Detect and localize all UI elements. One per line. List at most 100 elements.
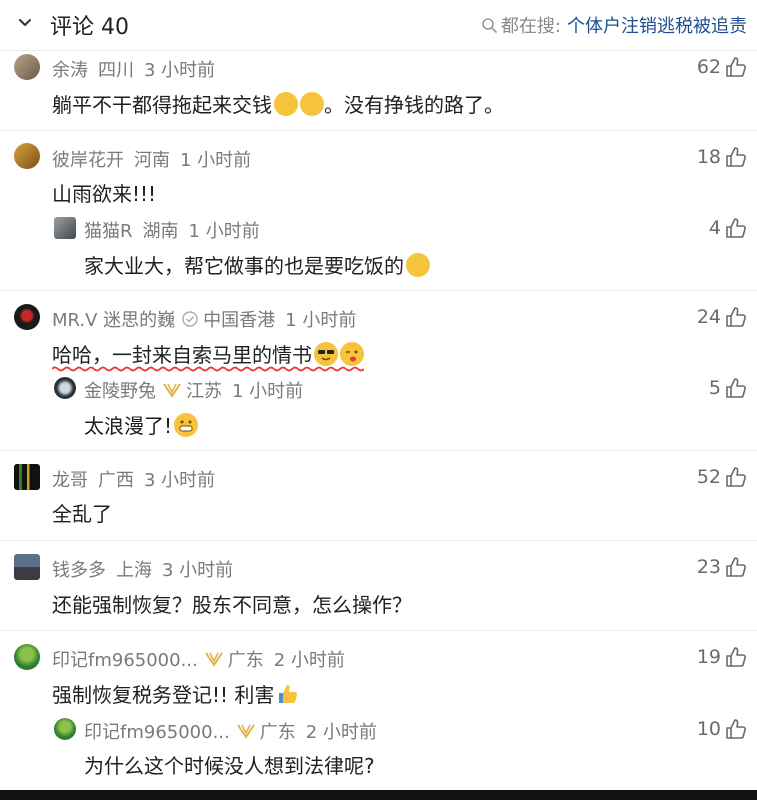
avatar[interactable] bbox=[14, 54, 40, 80]
like-button[interactable]: 5 bbox=[709, 377, 747, 399]
thumbs-up-emoji-icon bbox=[276, 682, 300, 706]
wink-tongue-emoji-icon bbox=[340, 341, 364, 366]
grin-emoji-icon bbox=[174, 412, 199, 437]
reply-avatar[interactable] bbox=[54, 377, 76, 399]
reply-text: 为什么这个时候没人想到法律呢? bbox=[84, 754, 375, 778]
divider bbox=[0, 540, 757, 541]
comment-text: 还能强制恢复？股东不同意，怎么操作？ bbox=[52, 593, 412, 617]
comment-location: 四川 bbox=[98, 60, 134, 81]
thumbs-up-icon bbox=[726, 647, 746, 667]
like-count: 19 bbox=[696, 646, 721, 668]
vip-badge-icon bbox=[163, 383, 181, 398]
highlight-underline bbox=[52, 366, 364, 372]
reply-avatar[interactable] bbox=[54, 217, 76, 239]
comment-time: 1 小时前 bbox=[180, 150, 252, 171]
reply-time: 2 小时前 bbox=[305, 722, 377, 743]
comment-location: 中国香港 bbox=[203, 310, 276, 331]
chevron-down-icon[interactable] bbox=[16, 14, 34, 32]
laugh-cry-emoji-icon bbox=[406, 252, 430, 277]
comment-username[interactable]: 印记fm965000... bbox=[52, 646, 198, 672]
divider bbox=[0, 630, 757, 631]
like-button[interactable]: 4 bbox=[709, 217, 747, 239]
thumbs-up-icon bbox=[726, 57, 746, 77]
like-button[interactable]: 18 bbox=[697, 146, 747, 168]
thumbs-up-icon bbox=[726, 557, 746, 577]
comment-location: 河南 bbox=[134, 150, 170, 171]
divider bbox=[0, 130, 757, 131]
like-count: 4 bbox=[708, 217, 721, 239]
search-term-link[interactable]: 个体户注销逃税被追责 bbox=[567, 12, 747, 38]
thumbs-up-icon bbox=[726, 378, 746, 398]
comment-text-row: 躺平不干都得拖起来交钱 。没有挣钱的路了。 bbox=[52, 89, 504, 118]
thumbs-up-icon bbox=[726, 147, 746, 167]
like-count: 5 bbox=[708, 377, 721, 399]
reply-username[interactable]: 猫猫R bbox=[84, 217, 133, 243]
comment-time: 3 小时前 bbox=[144, 60, 216, 81]
comment-text: 哈哈，一封来自索马里的情书 bbox=[52, 343, 312, 367]
comment-text: 山雨欲来!!! bbox=[52, 182, 157, 206]
like-count: 62 bbox=[696, 56, 721, 78]
comments-title: 评论 40 bbox=[50, 15, 129, 40]
comments-header: 评论 40 都在搜: 个体户注销逃税被追责 bbox=[0, 0, 757, 48]
reply-time: 1 小时前 bbox=[232, 381, 304, 402]
laugh-cry-emoji-icon bbox=[274, 91, 298, 116]
header-divider bbox=[0, 50, 757, 51]
thumbs-up-icon bbox=[726, 218, 746, 238]
reply-location: 湖南 bbox=[142, 221, 179, 242]
reply-text: 太浪漫了! bbox=[84, 414, 173, 438]
avatar[interactable] bbox=[14, 554, 40, 580]
comment-time: 3 小时前 bbox=[162, 560, 234, 581]
like-count: 23 bbox=[696, 556, 721, 578]
like-button[interactable]: 23 bbox=[697, 556, 747, 578]
like-button[interactable]: 19 bbox=[697, 646, 747, 668]
like-count: 24 bbox=[696, 306, 721, 328]
comment-location: 上海 bbox=[116, 560, 152, 581]
like-button[interactable]: 62 bbox=[697, 56, 747, 78]
search-prefix: 都在搜: bbox=[500, 16, 561, 37]
verified-icon bbox=[182, 311, 198, 327]
comment-username[interactable]: 钱多多 bbox=[52, 556, 106, 582]
like-button[interactable]: 24 bbox=[697, 306, 747, 328]
comment-time: 1 小时前 bbox=[285, 310, 357, 331]
comment-username[interactable]: 龙哥 bbox=[52, 466, 88, 492]
comment-location: 广西 bbox=[98, 470, 134, 491]
reply-username[interactable]: 印记fm965000... bbox=[84, 718, 230, 744]
comment-location: 广东 bbox=[227, 650, 264, 671]
reply-location: 江苏 bbox=[186, 381, 222, 402]
laugh-cry-emoji-icon bbox=[300, 91, 324, 116]
comment-text: 全乱了 bbox=[52, 502, 112, 526]
thumbs-up-icon bbox=[726, 467, 746, 487]
like-count: 52 bbox=[696, 466, 721, 488]
divider bbox=[0, 450, 757, 451]
bottom-edge bbox=[0, 790, 757, 800]
reply-username[interactable]: 金陵野兔 bbox=[84, 377, 156, 403]
thumbs-up-icon bbox=[726, 307, 746, 327]
comment-time: 2 小时前 bbox=[273, 650, 345, 671]
like-count: 10 bbox=[696, 718, 721, 740]
like-button[interactable]: 10 bbox=[697, 718, 747, 740]
like-button[interactable]: 52 bbox=[697, 466, 747, 488]
avatar[interactable] bbox=[14, 143, 40, 169]
avatar[interactable] bbox=[14, 464, 40, 490]
vip-badge-icon bbox=[236, 724, 255, 739]
reply-avatar[interactable] bbox=[54, 718, 76, 740]
comment-username[interactable]: 彼岸花开 bbox=[52, 146, 124, 172]
search-icon bbox=[482, 18, 497, 33]
sunglasses-emoji-icon bbox=[314, 341, 338, 366]
trending-search[interactable]: 都在搜: 个体户注销逃税被追责 bbox=[481, 12, 747, 38]
comment-username[interactable]: MR.V 迷思的巍 bbox=[52, 306, 175, 332]
comment-text: 强制恢复税务登记!! 利害 bbox=[52, 683, 275, 707]
vip-badge-icon bbox=[204, 652, 223, 667]
avatar[interactable] bbox=[14, 644, 40, 670]
avatar[interactable] bbox=[14, 304, 40, 330]
comment-text: 躺平不干都得拖起来交钱 bbox=[52, 93, 272, 117]
divider bbox=[0, 290, 757, 291]
comment-username[interactable]: 余涛 bbox=[52, 56, 88, 82]
reply-time: 1 小时前 bbox=[188, 221, 260, 242]
comment-text-tail: 。没有挣钱的路了。 bbox=[324, 93, 504, 117]
reply-location: 广东 bbox=[259, 722, 296, 743]
comment-time: 3 小时前 bbox=[144, 470, 216, 491]
thumbs-up-icon bbox=[726, 719, 746, 739]
like-count: 18 bbox=[696, 146, 721, 168]
reply-text: 家大业大，帮它做事的也是要吃饭的 bbox=[84, 254, 404, 278]
